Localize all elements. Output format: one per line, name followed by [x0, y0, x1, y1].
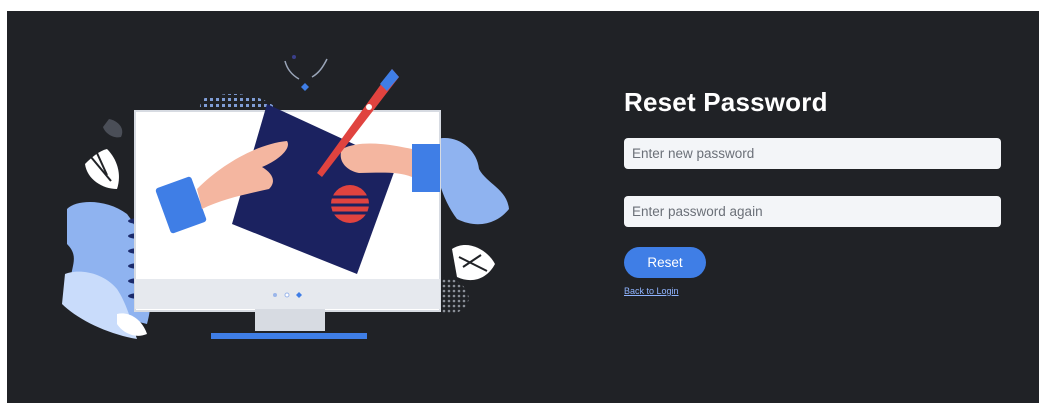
page-title: Reset Password: [624, 87, 828, 117]
confirm-password-input[interactable]: [624, 196, 1001, 227]
reset-button[interactable]: Reset: [624, 247, 706, 278]
back-to-login-link[interactable]: Back to Login: [624, 286, 679, 296]
new-password-input[interactable]: [624, 138, 1001, 169]
reset-password-screen: Reset Password Reset Back to Login: [7, 11, 1039, 403]
monitor-signing-document-illustration: [62, 55, 509, 339]
reset-form: Reset Password Reset Back to Login: [624, 83, 1004, 299]
